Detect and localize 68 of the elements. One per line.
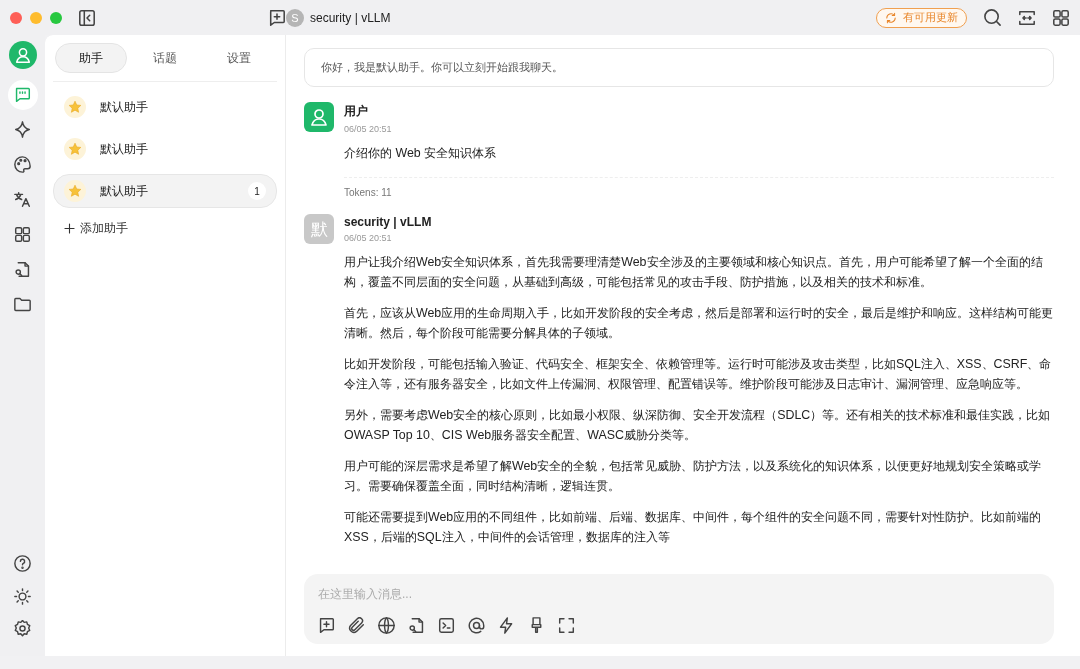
new-topic-icon (318, 617, 335, 634)
user-avatar[interactable] (8, 41, 37, 69)
star-icon (68, 184, 82, 198)
message-time: 06/05 20:51 (344, 124, 393, 134)
search-button[interactable] (983, 8, 1002, 27)
mention-button[interactable] (468, 617, 485, 634)
sidebar-tab[interactable]: 助手 (55, 43, 127, 73)
apps-button[interactable] (1052, 8, 1070, 27)
sidebar-tab[interactable]: 设置 (203, 43, 275, 73)
file-search-icon (14, 261, 31, 278)
sun-icon (14, 587, 31, 605)
assistant-item[interactable]: 默认助手 1 (53, 174, 277, 208)
greeting-card: 你好，我是默认助手。你可以立刻开始跟我聊天。 (304, 48, 1054, 87)
add-assistant-button[interactable]: 添加助手 (53, 216, 138, 241)
terminal-button[interactable] (438, 617, 455, 634)
message-author: security | vLLM (344, 215, 433, 229)
attach-button[interactable] (348, 617, 365, 634)
message-input[interactable]: 在这里输入消息... (318, 587, 1040, 601)
sidebar-toggle-button[interactable] (78, 8, 96, 27)
fullscreen-button[interactable] (558, 617, 575, 634)
fullscreen-icon (558, 617, 575, 634)
close-light[interactable] (10, 11, 22, 24)
message-paragraph: 比如开发阶段，可能包括输入验证、代码安全、框架安全、依赖管理等。运行时可能涉及攻击类型，比如SQL注入、XSS、CSRF、命令注入等，还有服务器安全，比如文件上传漏洞、权限管理、配置错误等。维护阶段可能涉及日志审计、漏洞管理、应急响应等。 (344, 356, 1053, 393)
search-icon (983, 8, 1002, 27)
web-search-icon (378, 617, 395, 634)
expand-button[interactable] (1018, 8, 1036, 27)
apps-icon (1052, 8, 1070, 27)
star-icon (68, 142, 82, 156)
lightning-button[interactable] (498, 617, 515, 634)
sidebar-toggle-icon (78, 8, 96, 27)
folder-icon (14, 296, 31, 313)
knowledge-button[interactable] (408, 617, 425, 634)
sidebar-tab[interactable]: 话题 (129, 43, 201, 73)
apps-icon (14, 226, 31, 243)
assistant-item[interactable]: 默认助手 (53, 90, 277, 124)
knowledge-icon (408, 617, 425, 634)
new-topic-icon (268, 8, 286, 27)
message-paragraph: 用户让我介绍Web安全知识体系，首先我需要理清楚Web安全涉及的主要领域和核心知识点。首先，用户可能希望了解一个全面的结构，覆盖不同层面的安全问题，从基础到高级，可能包括常见的攻击手段、防护措施，以及相关的技术和标准。 (344, 254, 1044, 291)
plus-icon (63, 222, 76, 235)
new-topic-button[interactable] (268, 8, 286, 27)
terminal-icon (438, 617, 455, 634)
mention-icon (468, 617, 485, 634)
window-title: security | vLLM (310, 10, 391, 25)
lightning-icon (498, 617, 515, 634)
message-time: 06/05 20:51 (344, 233, 393, 243)
star-icon (68, 100, 82, 114)
message-paragraph: 介绍你的 Web 安全知识体系 (344, 145, 498, 162)
web-search-button[interactable] (378, 617, 395, 634)
attach-icon (348, 617, 365, 634)
person-icon (13, 46, 32, 64)
assistant-avatar: S (286, 8, 304, 27)
message-author: 用户 (344, 103, 369, 120)
help-icon (14, 555, 31, 572)
token-count: Tokens: 11 (344, 177, 1054, 198)
message-paragraph: 首先，应该从Web应用的生命周期入手，比如开发阶段的安全考虑，然后是部署和运行时的安全，最后是维护和响应。这样结构可能更清晰。然后，每个阶段可能需要分解具体的子领域。 (344, 305, 1054, 342)
expand-icon (1018, 8, 1036, 27)
settings-icon (14, 620, 31, 637)
message-paragraph: 可能还需要提到Web应用的不同组件，比如前端、后端、数据库、中间件，每个组件的安全问题不同，需要针对性防护。比如前端的XSS，后端的SQL注入，中间件的会话管理，数据库的注入等 (344, 509, 1043, 546)
palette-icon (14, 156, 31, 173)
message-paragraph: 另外，需要考虑Web安全的核心原则，比如最小权限、纵深防御、安全开发流程（SDLC）等。还有相关的技术标准和最佳实践，比如OWASP Top 10、CIS Web服务器安全配置、WASC威胁分类等。 (344, 407, 1052, 444)
message-paragraph: 用户可能的深层需求是希望了解Web安全的全貌，包括常见威胁、防护方法，以及系统化的知识体系，以便更好地规划安全策略或学习。需要确保覆盖全面，同时结构清晰，逻辑连贯。 (344, 458, 1043, 495)
new-topic-button[interactable] (318, 617, 335, 634)
refresh-icon (885, 11, 897, 24)
translate-icon (14, 191, 31, 208)
sparkle-icon (14, 121, 31, 138)
assistant-item[interactable]: 默认助手 (53, 132, 277, 166)
chat-icon (14, 86, 31, 103)
count-badge: 1 (248, 182, 266, 200)
